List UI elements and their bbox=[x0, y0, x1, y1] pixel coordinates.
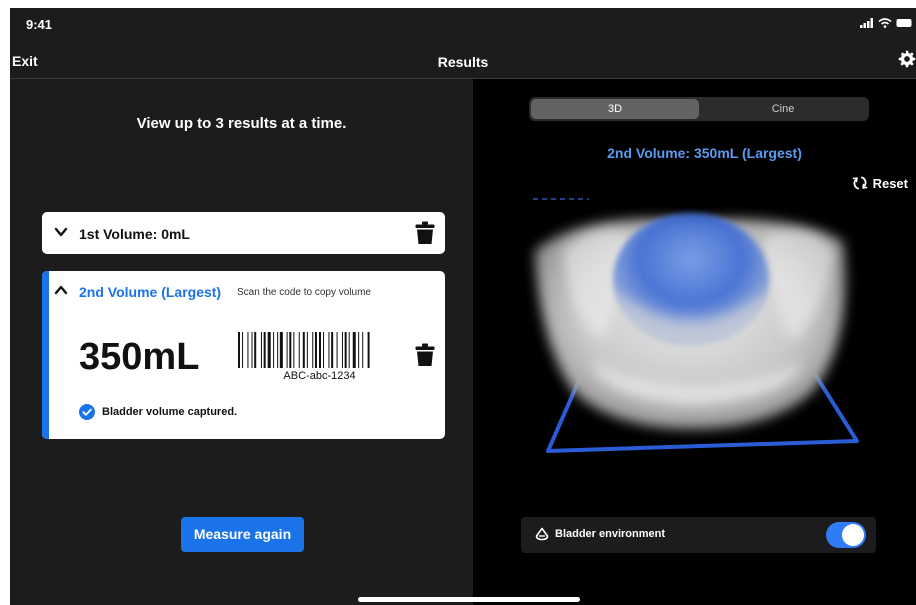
barcode-text: ABC-abc-1234 bbox=[283, 370, 356, 382]
status-icons bbox=[860, 18, 912, 28]
bladder-environment-row: Bladder environment bbox=[521, 517, 876, 553]
barcode-bar bbox=[293, 332, 295, 368]
barcode-bar bbox=[348, 332, 350, 368]
barcode-bar bbox=[358, 332, 360, 368]
volume-card-1[interactable]: 1st Volume: 0mL bbox=[42, 212, 445, 254]
volume-viewer-panel: 3D Cine 2nd Volume: 350mL (Largest) Rese… bbox=[473, 79, 916, 605]
barcode-bar bbox=[289, 332, 292, 368]
nav-bar: Exit Results bbox=[10, 42, 916, 79]
segment-3d[interactable]: 3D bbox=[531, 99, 699, 119]
barcode-bar bbox=[336, 332, 338, 368]
status-time: 9:41 bbox=[26, 17, 53, 32]
barcode-bar bbox=[352, 332, 356, 368]
barcode-bar bbox=[302, 332, 305, 368]
barcode-bar bbox=[260, 332, 262, 368]
card-accent-bar bbox=[42, 271, 49, 439]
barcode-bar bbox=[267, 332, 271, 368]
bladder-environment-toggle[interactable] bbox=[826, 522, 866, 548]
chevron-down-icon[interactable] bbox=[54, 225, 68, 239]
barcode-bar bbox=[306, 332, 308, 368]
signal-icon bbox=[860, 18, 873, 28]
reset-button[interactable]: Reset bbox=[852, 175, 908, 191]
barcode-bar bbox=[362, 332, 364, 368]
barcode-bar bbox=[273, 332, 275, 368]
status-bar: 9:41 bbox=[10, 8, 916, 42]
battery-icon bbox=[896, 19, 912, 27]
gear-icon[interactable] bbox=[898, 50, 916, 68]
reset-icon bbox=[852, 176, 867, 190]
barcode-bar bbox=[279, 332, 283, 368]
barcode-bar bbox=[331, 332, 334, 368]
barcode-bar bbox=[277, 332, 279, 368]
reset-label: Reset bbox=[872, 175, 908, 191]
segment-cine[interactable]: Cine bbox=[699, 99, 867, 119]
barcode-bar bbox=[247, 332, 249, 368]
volume-card-1-label: 1st Volume: 0mL bbox=[79, 226, 190, 242]
capture-status: Bladder volume captured. bbox=[102, 406, 238, 418]
viewer-volume-title: 2nd Volume: 350mL (Largest) bbox=[607, 145, 802, 161]
chevron-up-icon[interactable] bbox=[54, 283, 68, 297]
barcode-bar bbox=[298, 332, 300, 368]
barcode-bar bbox=[314, 332, 317, 368]
barcode bbox=[238, 332, 370, 368]
volume-value: 350mL bbox=[79, 336, 200, 378]
wifi-icon bbox=[878, 18, 892, 28]
barcode-bar bbox=[367, 332, 370, 368]
barcode-bar bbox=[341, 332, 343, 368]
bladder-icon bbox=[535, 527, 549, 541]
barcode-bar bbox=[319, 332, 321, 368]
barcode-bar bbox=[263, 332, 266, 368]
bladder-environment-label: Bladder environment bbox=[555, 528, 666, 540]
barcode-bar bbox=[328, 332, 330, 368]
barcode-bar bbox=[286, 332, 288, 368]
barcode-bar bbox=[344, 332, 347, 368]
page-title: Results bbox=[437, 54, 489, 70]
toggle-knob bbox=[842, 524, 864, 546]
results-hint: View up to 3 results at a time. bbox=[136, 115, 347, 132]
volume-card-2-subtitle: Scan the code to copy volume bbox=[237, 287, 371, 298]
measure-again-button[interactable]: Measure again bbox=[181, 517, 304, 552]
ipad-screen: 9:41 Exit Results View up to 3 results a… bbox=[10, 8, 916, 605]
barcode-bar bbox=[238, 332, 240, 368]
check-circle-icon bbox=[79, 404, 95, 420]
volume-card-2-title: 2nd Volume (Largest) bbox=[79, 284, 222, 300]
barcode-bar bbox=[312, 332, 314, 368]
results-list-panel: View up to 3 results at a time. 1st Volu… bbox=[10, 79, 473, 605]
trash-icon[interactable] bbox=[415, 221, 435, 245]
trash-icon[interactable] bbox=[415, 343, 435, 367]
volume-card-2[interactable]: 2nd Volume (Largest) Scan the code to co… bbox=[42, 271, 445, 439]
barcode-bar bbox=[251, 332, 253, 368]
barcode-bar bbox=[242, 332, 244, 368]
home-indicator[interactable] bbox=[358, 597, 580, 602]
barcode-bar bbox=[254, 332, 257, 368]
view-mode-segmented-control[interactable]: 3D Cine bbox=[529, 97, 869, 121]
barcode-bar bbox=[323, 332, 325, 368]
bladder-3d-render[interactable] bbox=[473, 191, 916, 491]
